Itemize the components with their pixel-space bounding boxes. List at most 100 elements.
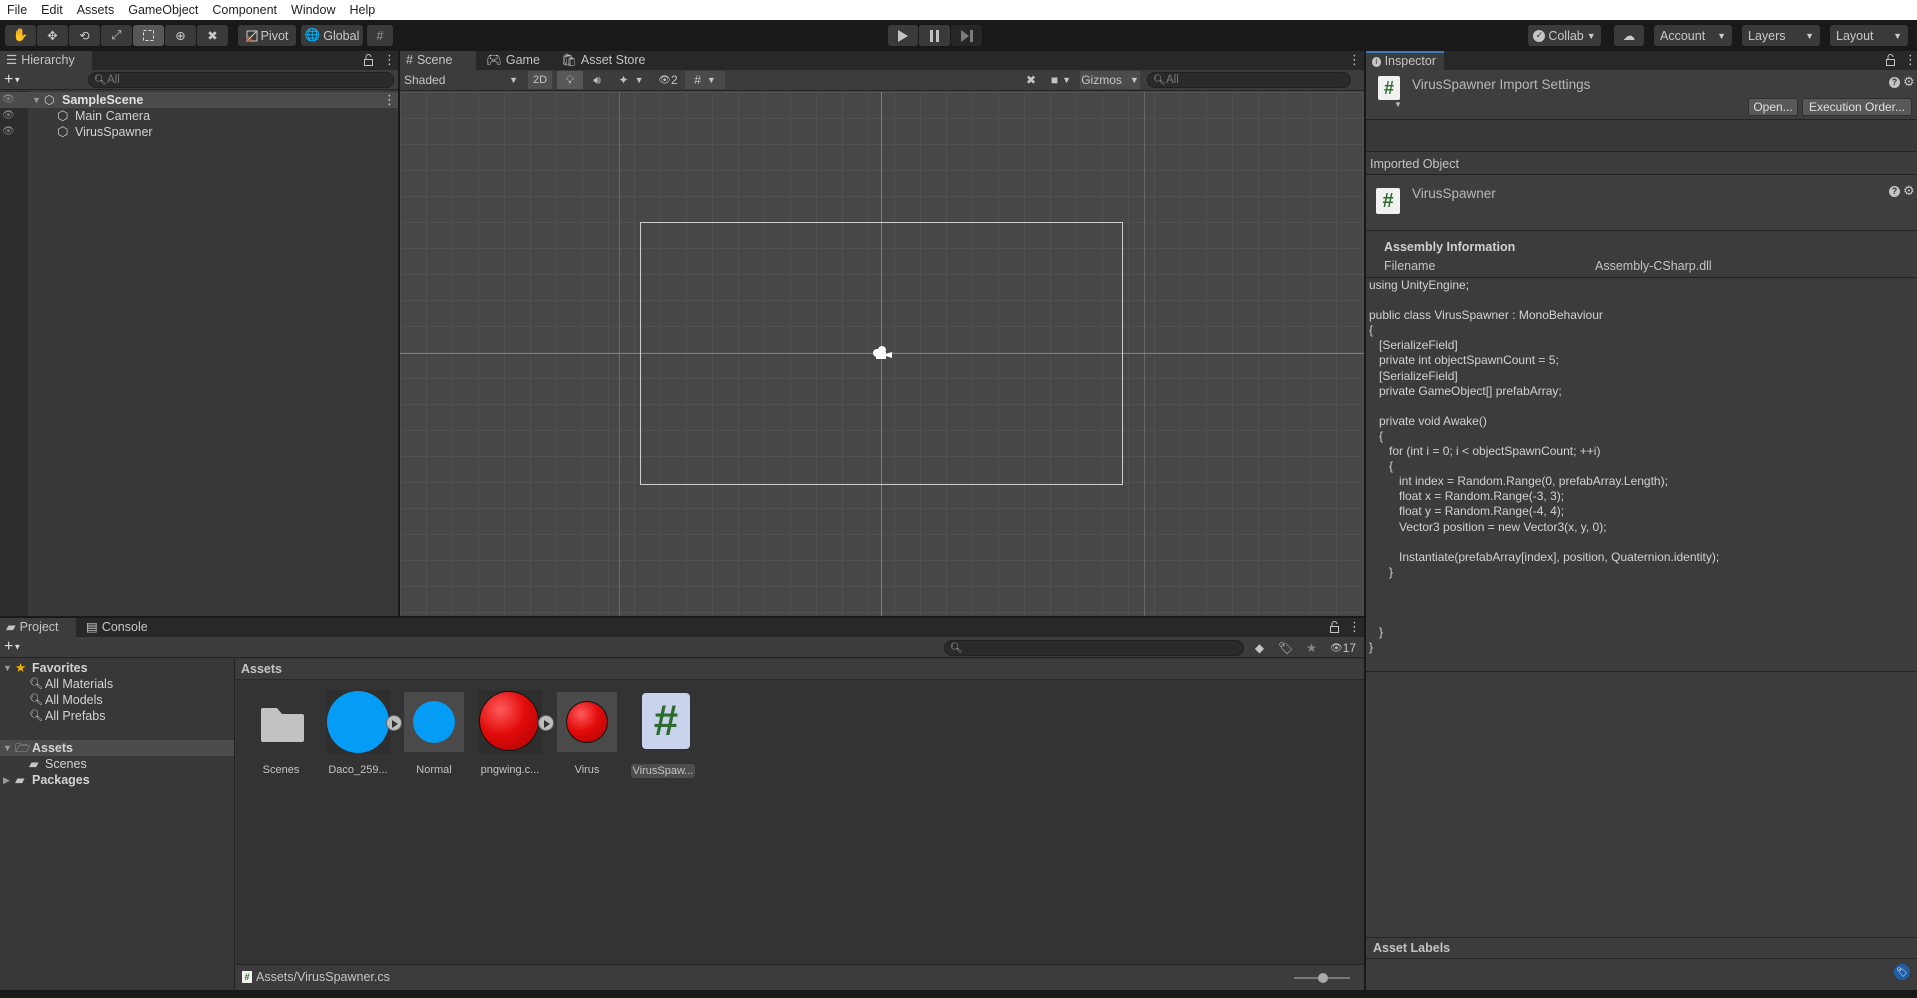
- menu-component[interactable]: Component: [205, 0, 284, 20]
- account-dropdown[interactable]: Account ▼: [1654, 25, 1732, 46]
- scene-search-input[interactable]: 🔍︎ All: [1147, 72, 1351, 88]
- chevron-down-icon[interactable]: ▼: [1394, 100, 1402, 109]
- tab-asset-store[interactable]: 🛍︎ Asset Store: [555, 51, 654, 70]
- open-button[interactable]: Open...: [1748, 98, 1798, 116]
- pivot-toggle[interactable]: Pivot: [238, 25, 296, 46]
- audio-toggle[interactable]: 🔊︎: [584, 71, 610, 89]
- more-options-icon[interactable]: ⋮: [1348, 52, 1361, 68]
- create-button[interactable]: +▼: [4, 71, 21, 89]
- visibility-icon[interactable]: 👁: [2, 124, 15, 140]
- toggle-2d-button[interactable]: 2D: [528, 71, 552, 89]
- transform-tool-button[interactable]: ⊕: [165, 25, 196, 46]
- tools-button[interactable]: ✖: [1020, 71, 1042, 89]
- execution-order-button[interactable]: Execution Order...: [1802, 98, 1912, 116]
- help-icon[interactable]: ?: [1889, 186, 1900, 197]
- tree-packages[interactable]: ▶ ▰ Packages: [0, 772, 234, 788]
- more-options-icon[interactable]: ⋮: [383, 52, 396, 68]
- play-button[interactable]: [888, 25, 918, 46]
- tree-item[interactable]: 🔍︎ All Prefabs: [0, 708, 234, 724]
- menu-file[interactable]: File: [0, 0, 34, 20]
- grid-dropdown[interactable]: # ▼: [685, 71, 725, 89]
- menu-help[interactable]: Help: [342, 0, 382, 20]
- tree-item[interactable]: 🔍︎ All Materials: [0, 676, 234, 692]
- camera-dropdown[interactable]: ■ ▼: [1044, 71, 1078, 89]
- chevron-down-icon: ▼: [634, 75, 644, 85]
- custom-tool-button[interactable]: ✖: [197, 25, 228, 46]
- speaker-icon: 🔊︎: [593, 72, 601, 87]
- expand-arrow-icon[interactable]: ▼: [3, 740, 12, 756]
- asset-item-scenes[interactable]: Scenes: [245, 690, 317, 776]
- more-options-icon[interactable]: ⋮: [1348, 619, 1361, 635]
- camera-gizmo-icon[interactable]: [870, 344, 894, 362]
- expand-arrow-icon[interactable]: ▼: [3, 660, 12, 676]
- label-tag-icon[interactable]: 🏷︎: [1894, 964, 1910, 980]
- assembly-information: Assembly Information Filename Assembly-C…: [1366, 232, 1917, 278]
- tab-scene[interactable]: # Scene: [400, 51, 476, 70]
- create-button[interactable]: +▼: [4, 638, 21, 656]
- lock-icon[interactable]: [1886, 54, 1895, 66]
- step-button[interactable]: [951, 25, 982, 46]
- tree-item[interactable]: ▰ Scenes: [0, 756, 234, 772]
- project-search-input[interactable]: 🔍︎: [944, 640, 1244, 656]
- tab-game[interactable]: 🎮︎ Game: [480, 51, 548, 70]
- pause-button[interactable]: [919, 25, 950, 46]
- more-options-icon[interactable]: ⋮: [1904, 52, 1917, 68]
- scale-tool-button[interactable]: ⤢: [101, 25, 132, 46]
- gear-icon[interactable]: ⚙: [1903, 74, 1915, 90]
- effects-dropdown[interactable]: ✦ ▼: [611, 71, 651, 89]
- grid-axis-line: [619, 92, 620, 616]
- asset-item-virusspawner[interactable]: # VirusSpaw...: [627, 690, 699, 778]
- menu-assets[interactable]: Assets: [70, 0, 122, 20]
- expand-arrow-icon[interactable]: ▼: [32, 92, 41, 108]
- tree-item[interactable]: 🔍︎ All Models: [0, 692, 234, 708]
- menu-edit[interactable]: Edit: [34, 0, 70, 20]
- asset-item-pngwing[interactable]: pngwing.c...: [474, 690, 554, 776]
- tab-inspector[interactable]: i Inspector: [1366, 51, 1444, 70]
- tree-favorites[interactable]: ▼ ★ Favorites: [0, 660, 234, 676]
- visibility-icon[interactable]: 👁: [2, 108, 15, 124]
- asset-item-virus[interactable]: Virus: [551, 690, 623, 776]
- move-tool-button[interactable]: ✥: [37, 25, 68, 46]
- breadcrumb: Assets: [236, 659, 1364, 680]
- visibility-icon[interactable]: 👁: [2, 92, 15, 108]
- folder-icon: ▰: [15, 773, 25, 787]
- hierarchy-item[interactable]: 👁 ⬡ Main Camera: [0, 108, 398, 124]
- asset-item-daco[interactable]: Daco_259...: [322, 690, 402, 776]
- tab-project[interactable]: ▰ Project: [0, 618, 76, 637]
- shading-mode-dropdown[interactable]: Shaded ▼: [400, 71, 522, 89]
- menu-window[interactable]: Window: [284, 0, 342, 20]
- menu-gameobject[interactable]: GameObject: [121, 0, 205, 20]
- lock-icon[interactable]: [1330, 621, 1339, 633]
- layout-dropdown[interactable]: Layout ▼: [1830, 25, 1908, 46]
- search-by-label-button[interactable]: 🏷︎: [1273, 639, 1298, 657]
- lock-icon[interactable]: [364, 54, 373, 66]
- scene-viewport[interactable]: [400, 92, 1364, 616]
- tree-assets[interactable]: ▼ 🗁 Assets: [0, 740, 234, 756]
- lighting-toggle[interactable]: 💡︎: [557, 71, 583, 89]
- hierarchy-item[interactable]: 👁 ⬡ VirusSpawner: [0, 124, 398, 140]
- hidden-packages-toggle[interactable]: 👁 17: [1325, 639, 1361, 657]
- rect-tool-button[interactable]: [133, 25, 164, 46]
- slider-handle[interactable]: [1318, 973, 1328, 983]
- layers-dropdown[interactable]: Layers ▼: [1742, 25, 1820, 46]
- expand-arrow-icon[interactable]: ▶: [3, 772, 10, 788]
- global-toggle[interactable]: 🌐 Global: [301, 25, 363, 46]
- gear-icon[interactable]: ⚙: [1903, 183, 1915, 199]
- cloud-button[interactable]: ☁: [1614, 25, 1644, 46]
- hierarchy-search-input[interactable]: 🔍︎ All: [88, 72, 394, 88]
- gizmos-dropdown[interactable]: Gizmos ▼: [1080, 71, 1140, 89]
- tab-hierarchy[interactable]: ☰ Hierarchy: [0, 51, 92, 70]
- scene-options-icon[interactable]: ⋮: [383, 92, 396, 108]
- favorite-search-button[interactable]: ★: [1299, 639, 1324, 657]
- hierarchy-scene-row[interactable]: 👁 ▼ ⬡ SampleScene ⋮: [0, 92, 398, 108]
- hand-tool-button[interactable]: ✋: [5, 25, 36, 46]
- grid-snap-button[interactable]: #: [367, 25, 393, 46]
- help-icon[interactable]: ?: [1889, 77, 1900, 88]
- rotate-tool-button[interactable]: ⟲: [69, 25, 100, 46]
- search-by-type-button[interactable]: ◆: [1247, 639, 1272, 657]
- collab-dropdown[interactable]: ✓ Collab ▼: [1528, 25, 1601, 46]
- asset-item-normal[interactable]: Normal: [398, 690, 470, 776]
- hidden-objects-toggle[interactable]: 👁 2: [652, 71, 684, 89]
- step-icon: [960, 29, 973, 42]
- tab-console[interactable]: ▤ Console: [80, 618, 156, 637]
